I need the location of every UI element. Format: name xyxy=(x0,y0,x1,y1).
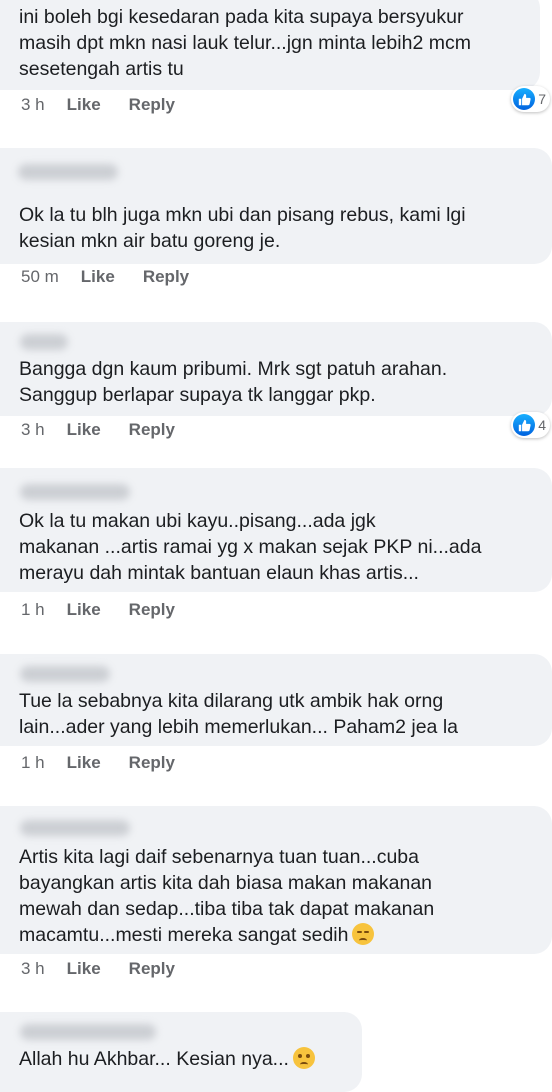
comment-text: Bangga dgn kaum pribumi. Mrk sgt patuh a… xyxy=(19,358,448,406)
commenter-name-blurred[interactable] xyxy=(18,164,118,180)
comment-bubble: Tue la sebabnya kita dilarang utk ambik … xyxy=(0,654,552,746)
reaction-badge[interactable]: 4 xyxy=(511,412,550,438)
comment-bubble: ini boleh bgi kesedaran pada kita supaya… xyxy=(0,0,540,90)
commenter-name-blurred[interactable] xyxy=(20,666,110,682)
comment-bubble: Allah hu Akhbar... Kesian nya... xyxy=(0,1012,362,1092)
comment-text: Allah hu Akhbar... Kesian nya... xyxy=(19,1046,352,1072)
comment-bubble: Ok la tu makan ubi kayu..pisang...ada jg… xyxy=(0,468,552,592)
comment-time[interactable]: 50 m xyxy=(21,267,59,287)
reaction-badge[interactable]: 7 xyxy=(511,86,550,112)
comment-text-body: Allah hu Akhbar... Kesian nya... xyxy=(19,1048,289,1070)
commenter-name-blurred[interactable] xyxy=(20,334,68,350)
reaction-count: 7 xyxy=(538,91,546,107)
reply-button[interactable]: Reply xyxy=(129,420,175,440)
pensive-face-icon xyxy=(352,923,375,945)
like-button[interactable]: Like xyxy=(67,753,101,773)
comment-bubble: Artis kita lagi daif sebenarnya tuan tua… xyxy=(0,806,552,954)
like-button[interactable]: Like xyxy=(67,959,101,979)
comment-time[interactable]: 3 h xyxy=(21,420,45,440)
comment-text: ini boleh bgi kesedaran pada kita supaya… xyxy=(19,6,471,80)
reply-button[interactable]: Reply xyxy=(129,95,175,115)
reaction-count: 4 xyxy=(538,417,546,433)
reply-button[interactable]: Reply xyxy=(143,267,189,287)
reply-button[interactable]: Reply xyxy=(129,753,175,773)
like-button[interactable]: Like xyxy=(81,267,115,287)
comment-text: Artis kita lagi daif sebenarnya tuan tua… xyxy=(19,844,542,948)
like-button[interactable]: Like xyxy=(67,420,101,440)
comment-actions: 1 h Like Reply xyxy=(21,598,175,622)
comment-text: Tue la sebabnya kita dilarang utk ambik … xyxy=(19,690,458,738)
comment-actions: 3 h Like Reply xyxy=(21,957,175,981)
like-button[interactable]: Like xyxy=(67,600,101,620)
comment-actions: 3 h Like Reply xyxy=(21,418,175,442)
comment-actions: 50 m Like Reply xyxy=(21,265,189,289)
comment-time[interactable]: 3 h xyxy=(21,959,45,979)
worried-face-icon xyxy=(292,1047,315,1069)
comment-time[interactable]: 1 h xyxy=(21,600,45,620)
comment-bubble: Bangga dgn kaum pribumi. Mrk sgt patuh a… xyxy=(0,322,552,416)
comment-time[interactable]: 1 h xyxy=(21,753,45,773)
commenter-name-blurred[interactable] xyxy=(20,1024,156,1040)
thumbs-up-icon xyxy=(513,414,536,436)
comment-text: Ok la tu makan ubi kayu..pisang...ada jg… xyxy=(19,510,482,584)
commenter-name-blurred[interactable] xyxy=(20,484,130,500)
thumbs-up-icon xyxy=(513,88,536,110)
comment-text: Ok la tu blh juga mkn ubi dan pisang reb… xyxy=(19,204,466,252)
commenter-name-blurred[interactable] xyxy=(20,820,130,836)
comment-actions: 1 h Like Reply xyxy=(21,751,175,775)
comment-time[interactable]: 3 h xyxy=(21,95,45,115)
reply-button[interactable]: Reply xyxy=(129,600,175,620)
comment-bubble: Ok la tu blh juga mkn ubi dan pisang reb… xyxy=(0,148,552,264)
like-button[interactable]: Like xyxy=(67,95,101,115)
comment-actions: 3 h Like Reply xyxy=(21,93,175,117)
reply-button[interactable]: Reply xyxy=(129,959,175,979)
